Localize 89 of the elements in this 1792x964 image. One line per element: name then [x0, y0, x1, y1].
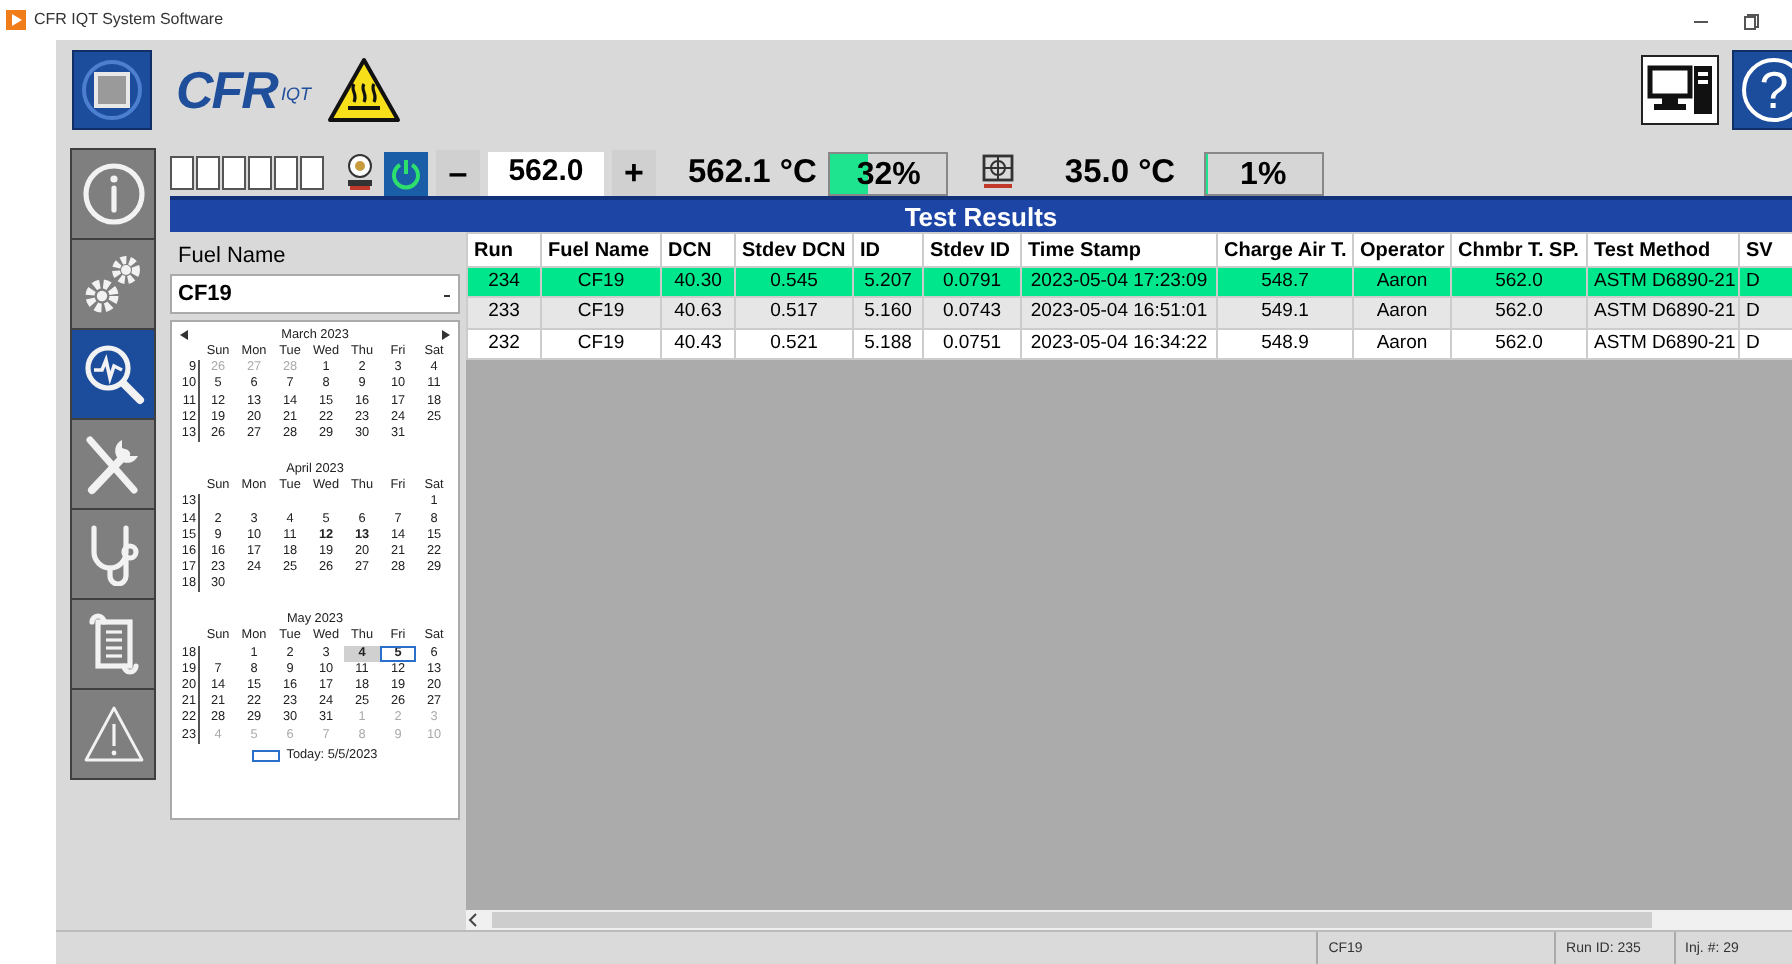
calendar[interactable] [170, 320, 460, 820]
table-cell: 2023-05-04 16:51:01 [1021, 297, 1217, 328]
table-cell: CF19 [541, 328, 661, 359]
scroll-left-icon[interactable] [466, 912, 480, 928]
window-title: CFR IQT System Software [34, 8, 224, 32]
table-cell: 562.0 [1451, 328, 1587, 359]
chamber-temperature-reading: 35.0 °C [1064, 152, 1176, 195]
table-cell: 232 [467, 328, 541, 359]
table-cell: 0.0743 [923, 297, 1021, 328]
column-header[interactable]: Chmbr T. SP. [1451, 233, 1587, 267]
next-month-icon[interactable] [442, 330, 450, 340]
table-cell: 40.43 [661, 328, 735, 359]
hot-surface-warning-icon [326, 56, 403, 124]
table-cell: 234 [467, 267, 541, 298]
table-cell: 40.30 [661, 267, 735, 298]
table-cell: 5.207 [853, 267, 923, 298]
table-cell: 2023-05-04 16:34:22 [1021, 328, 1217, 359]
panel-title: Test Results [170, 196, 1792, 232]
column-header[interactable]: SV [1739, 233, 1792, 267]
meter-reading: 1% [1238, 155, 1289, 195]
computer-icon[interactable] [1640, 54, 1720, 126]
table-cell: Aaron [1353, 328, 1451, 359]
column-header[interactable]: Time Stamp [1021, 233, 1217, 267]
fuel-name-label: Fuel Name [176, 242, 288, 272]
table-cell: 548.9 [1217, 328, 1353, 359]
table-cell: 0.0751 [923, 328, 1021, 359]
fuel-dropdown[interactable]: CF19 [170, 274, 460, 314]
column-header[interactable]: Stdev DCN [735, 233, 853, 267]
restore-icon[interactable] [1742, 11, 1760, 29]
table-cell: Aaron [1353, 267, 1451, 298]
table-cell: 5.160 [853, 297, 923, 328]
sidebar-button[interactable] [70, 598, 156, 690]
table-cell: D [1739, 267, 1792, 298]
column-header[interactable]: Charge Air T. [1217, 233, 1353, 267]
sidebar-button[interactable] [70, 418, 156, 510]
table-cell: D [1739, 297, 1792, 328]
column-header[interactable]: Operator [1353, 233, 1451, 267]
table-cell: CF19 [541, 297, 661, 328]
table-cell: Aaron [1353, 297, 1451, 328]
table-cell: 0.0791 [923, 267, 1021, 298]
table-cell: 562.0 [1451, 297, 1587, 328]
magnifier-pulse-icon [81, 342, 145, 406]
column-header[interactable]: Stdev ID [923, 233, 1021, 267]
table-cell: D [1739, 328, 1792, 359]
previous-month-icon[interactable] [180, 330, 188, 340]
sidebar-button[interactable] [70, 328, 156, 420]
table-cell: 5.188 [853, 328, 923, 359]
stop-icon [80, 58, 144, 122]
column-header[interactable]: ID [853, 233, 923, 267]
chamber-icon [980, 152, 1017, 193]
table-cell: 562.0 [1451, 267, 1587, 298]
power-button[interactable] [384, 151, 428, 195]
table-cell: 549.1 [1217, 297, 1353, 328]
scrollbar-thumb[interactable] [492, 912, 1652, 928]
dropdown-caret-icon [442, 289, 452, 299]
table-cell: ASTM D6890-21 [1587, 297, 1739, 328]
setpoint-field[interactable]: 562.0 [488, 151, 604, 195]
table-cell: 0.517 [735, 297, 853, 328]
sidebar-button[interactable] [70, 688, 156, 780]
today-marker-icon [252, 749, 281, 762]
column-header[interactable]: Test Method [1587, 233, 1739, 267]
table-cell: 233 [467, 297, 541, 328]
logo-subtitle: IQT [280, 81, 311, 108]
stop-button[interactable] [72, 50, 152, 130]
table-cell: CF19 [541, 267, 661, 298]
temperature-reading: 562.1 °C [688, 152, 817, 195]
table-cell: 40.63 [661, 297, 735, 328]
sidebar-button[interactable] [70, 148, 156, 240]
table-cell: ASTM D6890-21 [1587, 267, 1739, 298]
heater-icon [342, 152, 378, 193]
power-icon [388, 155, 424, 191]
info-icon [81, 162, 145, 226]
sidebar-button[interactable] [70, 238, 156, 330]
table-cell: 548.7 [1217, 267, 1353, 298]
logo-text: CFR [176, 64, 277, 116]
table-cell: ASTM D6890-21 [1587, 328, 1739, 359]
warning-icon [81, 702, 145, 766]
sidebar-button[interactable] [70, 508, 156, 600]
table-cell: 0.521 [735, 328, 853, 359]
increment-button[interactable]: + [612, 150, 656, 196]
help-button[interactable]: ? [1732, 50, 1792, 130]
column-header[interactable]: Run [467, 233, 541, 267]
decrement-button[interactable]: – [436, 150, 480, 196]
column-header[interactable]: DCN [661, 233, 735, 267]
table-cell: 2023-05-04 17:23:09 [1021, 267, 1217, 298]
gears-icon [81, 252, 145, 316]
column-header[interactable]: Fuel Name [541, 233, 661, 267]
app-icon [6, 10, 26, 30]
table-cell: 0.545 [735, 267, 853, 298]
